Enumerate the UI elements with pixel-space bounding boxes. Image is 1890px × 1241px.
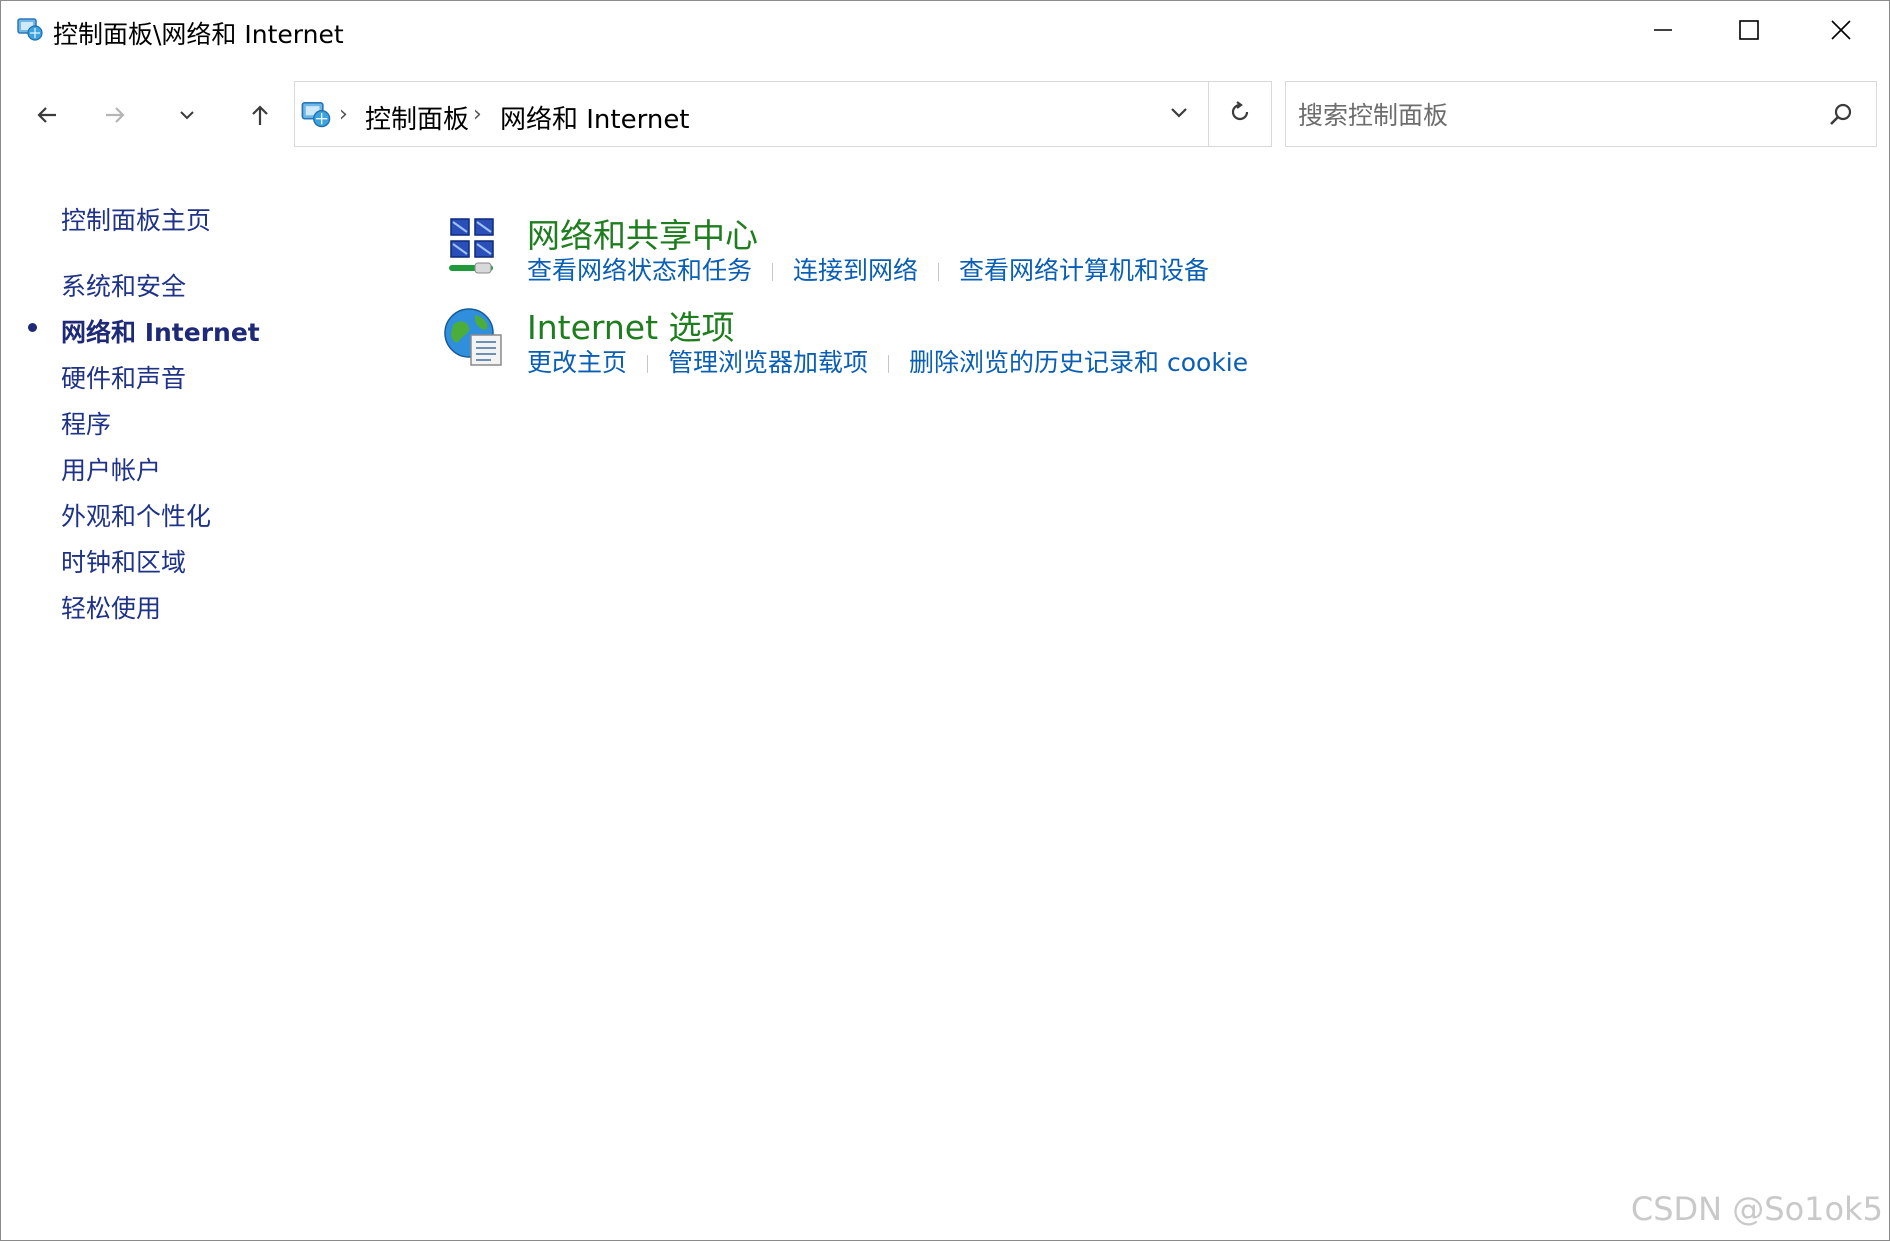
current-item-bullet — [28, 323, 37, 332]
sidebar-item-control-panel-home[interactable]: 控制面板主页 — [61, 201, 211, 237]
chevron-right-icon[interactable]: › — [473, 102, 482, 127]
sidebar-item-appearance[interactable]: 外观和个性化 — [61, 497, 211, 533]
arrow-left-icon — [34, 102, 60, 132]
link-connect-to-network[interactable]: 连接到网络 — [793, 256, 918, 285]
search-box[interactable] — [1285, 81, 1877, 148]
sidebar-item-programs[interactable]: 程序 — [61, 405, 111, 441]
link-separator — [938, 263, 940, 281]
network-sharing-center-icon[interactable] — [441, 213, 505, 277]
link-separator — [888, 355, 890, 373]
forward-button[interactable] — [95, 97, 135, 137]
search-input[interactable] — [1296, 82, 1800, 148]
link-separator — [772, 263, 774, 281]
category-links-network: 查看网络状态和任务 连接到网络 查看网络计算机和设备 — [527, 251, 1209, 287]
control-panel-window: 控制面板\网络和 Internet › 控制面板 › 网络和 Internet … — [0, 0, 1890, 1241]
window-title: 控制面板\网络和 Internet — [53, 20, 344, 49]
chevron-down-icon — [1168, 101, 1190, 127]
title-bar: 控制面板\网络和 Internet — [1, 1, 1889, 59]
internet-options-globe-icon[interactable] — [441, 305, 505, 369]
link-manage-addons[interactable]: 管理浏览器加载项 — [668, 348, 868, 377]
link-change-home-page[interactable]: 更改主页 — [527, 348, 627, 377]
breadcrumb-network-internet[interactable]: 网络和 Internet — [500, 99, 690, 136]
sidebar-item-network-internet[interactable]: 网络和 Internet — [61, 313, 260, 349]
address-bar[interactable]: › 控制面板 › 网络和 Internet — [294, 81, 1272, 147]
sidebar-item-ease-of-access[interactable]: 轻松使用 — [61, 589, 161, 625]
close-button[interactable] — [1796, 1, 1886, 59]
up-button[interactable] — [240, 97, 280, 137]
category-links-internet: 更改主页 管理浏览器加载项 删除浏览的历史记录和 cookie — [527, 343, 1248, 379]
sidebar-item-clock-region[interactable]: 时钟和区域 — [61, 543, 186, 579]
link-view-network-status[interactable]: 查看网络状态和任务 — [527, 256, 752, 285]
refresh-icon — [1227, 99, 1253, 129]
maximize-button[interactable] — [1704, 1, 1794, 59]
category-title-network-sharing-center[interactable]: 网络和共享中心 — [527, 209, 758, 257]
chevron-down-icon — [177, 105, 197, 129]
breadcrumb-control-panel[interactable]: 控制面板 — [365, 99, 469, 136]
arrow-right-icon — [102, 102, 128, 132]
search-icon[interactable] — [1826, 100, 1856, 130]
maximize-icon — [1738, 19, 1760, 41]
control-panel-icon — [15, 13, 45, 43]
close-icon — [1830, 19, 1852, 41]
minimize-button[interactable] — [1618, 1, 1708, 59]
control-panel-icon — [299, 96, 333, 130]
arrow-up-icon — [247, 102, 273, 132]
sidebar-item-user-accounts[interactable]: 用户帐户 — [61, 451, 161, 487]
link-separator — [647, 355, 649, 373]
sidebar-item-hardware-sound[interactable]: 硬件和声音 — [61, 359, 186, 395]
link-view-network-computers[interactable]: 查看网络计算机和设备 — [959, 256, 1209, 285]
category-title-internet-options[interactable]: Internet 选项 — [527, 301, 735, 349]
back-button[interactable] — [27, 97, 67, 137]
sidebar-item-system-security[interactable]: 系统和安全 — [61, 267, 186, 303]
chevron-right-icon[interactable]: › — [339, 102, 348, 127]
recent-locations-button[interactable] — [167, 97, 207, 137]
minimize-icon — [1652, 19, 1674, 41]
link-delete-history-cookies[interactable]: 删除浏览的历史记录和 cookie — [909, 348, 1248, 377]
address-history-dropdown[interactable] — [1151, 82, 1207, 146]
refresh-button[interactable] — [1209, 82, 1271, 146]
watermark: CSDN @So1ok5 — [1630, 1190, 1883, 1228]
